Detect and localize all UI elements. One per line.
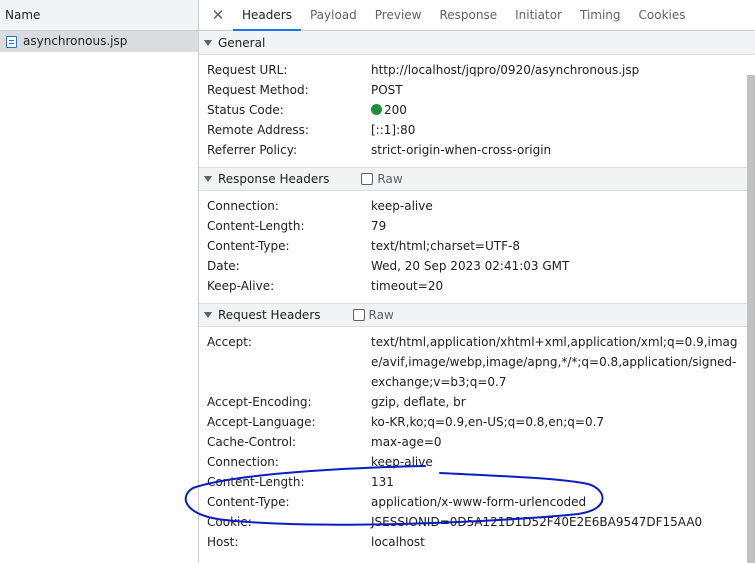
- header-row: Cookie: JSESSIONID=0D5A121D1D52F40E2E6BA9…: [199, 512, 755, 532]
- raw-checkbox[interactable]: [361, 173, 374, 185]
- raw-toggle[interactable]: Raw: [361, 172, 403, 186]
- header-row: Accept-Encoding: gzip, deflate, br: [199, 392, 755, 412]
- response-headers-title: Response Headers: [218, 172, 330, 186]
- header-value: JSESSIONID=0D5A121D1D52F40E2E6BA9547DF15…: [371, 515, 703, 529]
- name-column-header[interactable]: Name: [0, 0, 198, 31]
- header-key: Connection:: [207, 455, 279, 469]
- tab-payload[interactable]: Payload: [301, 0, 366, 30]
- tab-preview[interactable]: Preview: [366, 0, 431, 30]
- header-row: Connection: keep-alive: [199, 196, 755, 216]
- header-key: Connection:: [207, 199, 279, 213]
- header-key: Status Code:: [207, 103, 284, 117]
- header-row: Date: Wed, 20 Sep 2023 02:41:03 GMT: [199, 256, 755, 276]
- general-rows: Request URL: http://localhost/jqpro/0920…: [199, 55, 755, 167]
- header-key: Date:: [207, 259, 240, 273]
- header-key: Request Method:: [207, 83, 309, 97]
- header-value: keep-alive: [371, 455, 433, 469]
- tab-headers[interactable]: Headers: [233, 0, 301, 31]
- header-key: Content-Type:: [207, 239, 290, 253]
- header-key: Request URL:: [207, 63, 288, 77]
- request-details-pane: ✕ Headers Payload Preview Response Initi…: [199, 0, 755, 563]
- general-row: Request Method: POST: [199, 80, 755, 100]
- header-key: Cookie:: [207, 515, 252, 529]
- request-headers-title: Request Headers: [218, 308, 321, 322]
- header-value: timeout=20: [371, 279, 444, 293]
- header-row: Cache-Control: max-age=0: [199, 432, 755, 452]
- devtools-network-panel: Name asynchronous.jsp ✕ Headers Payload …: [0, 0, 755, 563]
- header-key: Cache-Control:: [207, 435, 297, 449]
- header-value: POST: [371, 83, 403, 97]
- header-row: Connection: keep-alive: [199, 452, 755, 472]
- header-value: 131: [371, 475, 394, 489]
- raw-label: Raw: [368, 308, 394, 322]
- general-section-header[interactable]: General: [199, 31, 755, 55]
- general-title: General: [218, 35, 266, 50]
- header-value: max-age=0: [371, 435, 442, 449]
- general-row: Status Code: 200: [199, 100, 755, 120]
- request-list-pane: Name asynchronous.jsp: [0, 0, 199, 563]
- header-row: Accept-Language: ko-KR,ko;q=0.9,en-US;q=0…: [199, 412, 755, 432]
- header-value: gzip, deflate, br: [371, 395, 466, 409]
- tab-cookies[interactable]: Cookies: [630, 0, 695, 30]
- expand-triangle-icon: [204, 312, 212, 318]
- tab-initiator[interactable]: Initiator: [506, 0, 571, 30]
- header-value: [::1]:80: [371, 123, 416, 137]
- document-icon: [6, 35, 17, 48]
- raw-label: Raw: [377, 172, 403, 186]
- header-value: http://localhost/jqpro/0920/asynchronous…: [371, 63, 640, 77]
- expand-triangle-icon: [204, 39, 212, 46]
- status-ok-icon: [371, 104, 382, 115]
- vertical-scrollbar[interactable]: [747, 75, 755, 563]
- header-row: Accept: text/html,application/xhtml+xml,a…: [199, 332, 755, 392]
- header-row: Keep-Alive: timeout=20: [199, 276, 755, 296]
- header-value: ko-KR,ko;q=0.9,en-US;q=0.8,en;q=0.7: [371, 415, 605, 429]
- raw-toggle[interactable]: Raw: [352, 308, 394, 322]
- header-key: Content-Length:: [207, 475, 305, 489]
- response-headers-section-header[interactable]: Response Headers Raw: [199, 167, 755, 191]
- header-value: keep-alive: [371, 199, 433, 213]
- status-code: 200: [384, 103, 407, 117]
- status-code-value: 200: [371, 100, 739, 120]
- header-key: Host:: [207, 535, 239, 549]
- header-row: Content-Length: 79: [199, 216, 755, 236]
- header-key: Accept-Language:: [207, 415, 316, 429]
- general-row: Referrer Policy: strict-origin-when-cros…: [199, 140, 755, 160]
- request-header-rows: Accept: text/html,application/xhtml+xml,a…: [199, 327, 755, 559]
- header-value: Wed, 20 Sep 2023 02:41:03 GMT: [371, 259, 570, 273]
- header-value: 79: [371, 219, 387, 233]
- header-key: Content-Type:: [207, 495, 290, 509]
- header-value: localhost: [371, 535, 425, 549]
- header-key: Referrer Policy:: [207, 143, 297, 157]
- header-row: Content-Type: text/html;charset=UTF-8: [199, 236, 755, 256]
- header-value: application/x-www-form-urlencoded: [371, 495, 587, 509]
- tab-response[interactable]: Response: [430, 0, 506, 30]
- header-value: strict-origin-when-cross-origin: [371, 143, 552, 157]
- request-name: asynchronous.jsp: [23, 34, 128, 48]
- response-header-rows: Connection: keep-alive Content-Length: 79 Co…: [199, 191, 755, 303]
- expand-triangle-icon: [204, 176, 212, 182]
- header-row: Content-Length: 131: [199, 472, 755, 492]
- raw-checkbox[interactable]: [352, 309, 365, 321]
- header-row: Content-Type: application/x-www-form-urle…: [199, 492, 755, 512]
- headers-content: General Request URL: http://localhost/jq…: [199, 31, 755, 563]
- close-icon[interactable]: ✕: [207, 0, 229, 30]
- general-row: Remote Address: [::1]:80: [199, 120, 755, 140]
- header-key: Accept-Encoding:: [207, 395, 312, 409]
- request-headers-section-header[interactable]: Request Headers Raw: [199, 303, 755, 327]
- request-list-item[interactable]: asynchronous.jsp: [0, 31, 198, 52]
- header-value: text/html;charset=UTF-8: [371, 239, 520, 253]
- header-key: Remote Address:: [207, 123, 309, 137]
- details-tabbar: ✕ Headers Payload Preview Response Initi…: [199, 0, 755, 31]
- header-key: Accept:: [207, 335, 252, 349]
- header-key: Keep-Alive:: [207, 279, 275, 293]
- header-key: Content-Length:: [207, 219, 305, 233]
- general-row: Request URL: http://localhost/jqpro/0920…: [199, 60, 755, 80]
- header-row: Host: localhost: [199, 532, 755, 552]
- tab-timing[interactable]: Timing: [571, 0, 630, 30]
- header-value: text/html,application/xhtml+xml,applicat…: [371, 335, 738, 389]
